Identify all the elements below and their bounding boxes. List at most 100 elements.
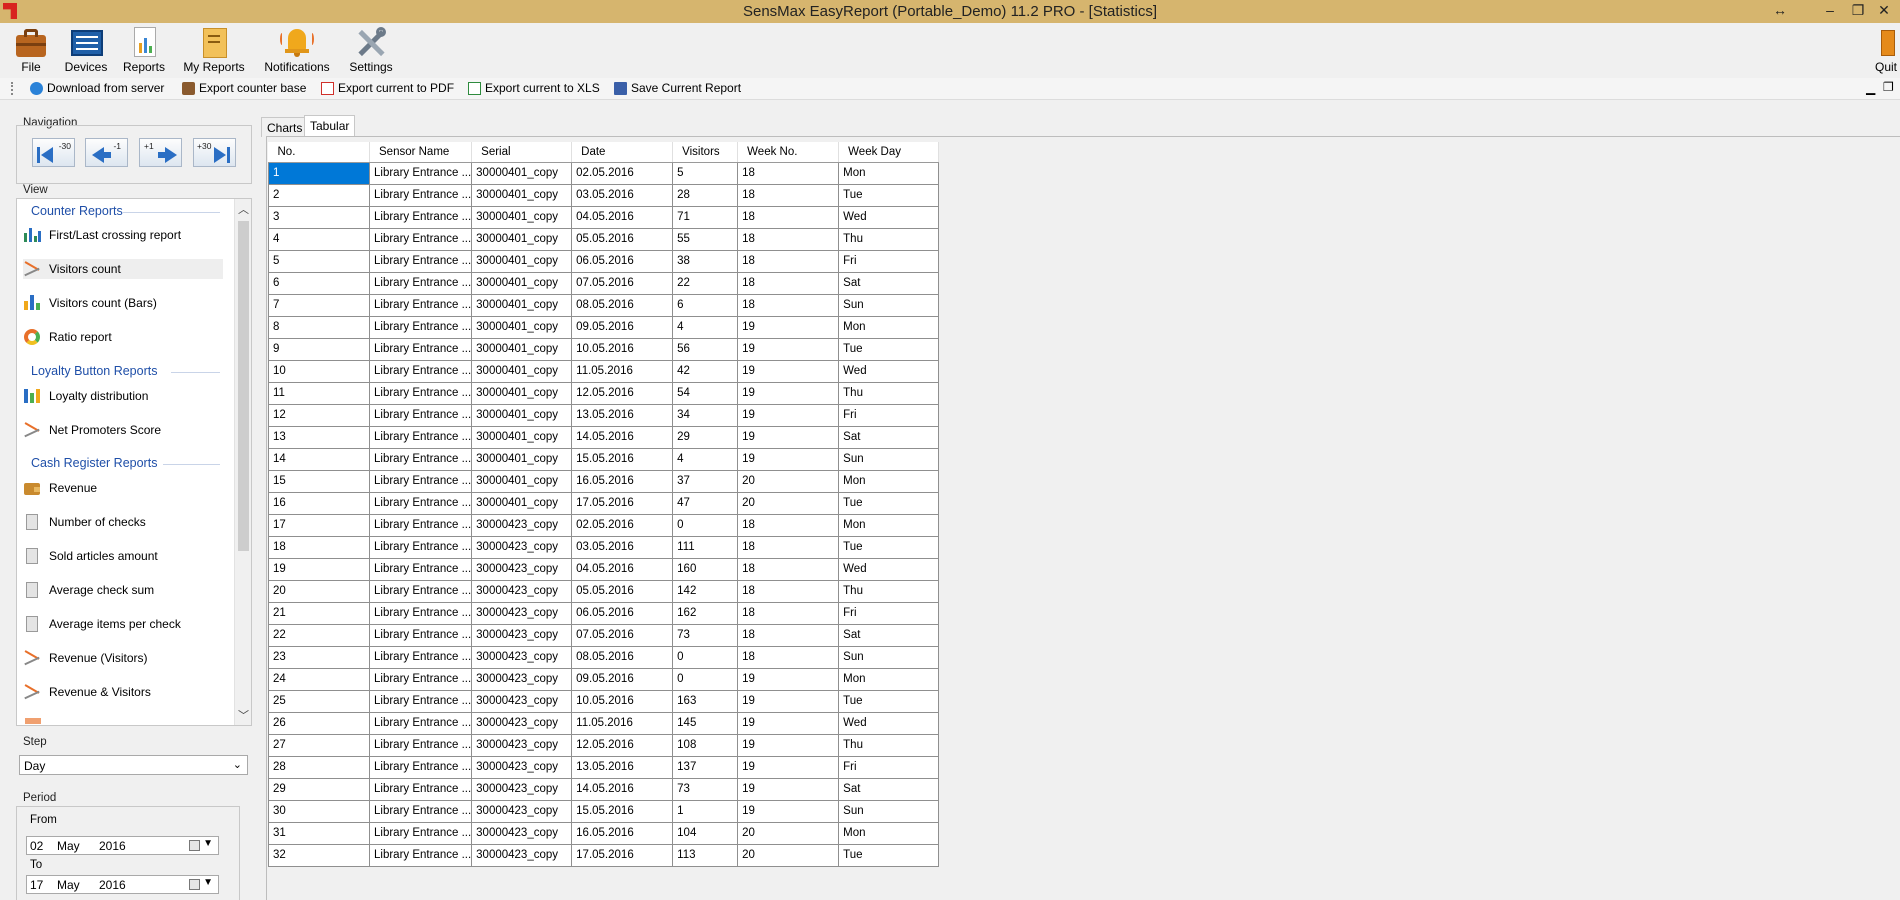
cell-serial[interactable]: 30000423_copy [471, 535, 573, 559]
cell-no[interactable]: 2 [268, 183, 370, 207]
table-row[interactable]: 13 Library Entrance ... 30000401_copy 14.05… [268, 425, 940, 449]
devices-button[interactable]: Devices [64, 25, 108, 74]
cell-visitors[interactable]: 1 [672, 799, 739, 823]
cell-visitors[interactable]: 37 [672, 469, 739, 493]
cell-no[interactable]: 28 [268, 755, 370, 779]
cell-no[interactable]: 22 [268, 623, 370, 647]
cell-serial[interactable]: 30000401_copy [471, 249, 573, 273]
cell-sensor-name[interactable]: Library Entrance ... [368, 491, 473, 515]
cell-visitors[interactable]: 56 [672, 337, 739, 361]
cell-visitors[interactable]: 4 [672, 447, 739, 471]
cell-sensor-name[interactable]: Library Entrance ... [368, 315, 473, 339]
table-row[interactable]: 20 Library Entrance ... 30000423_copy 05.05… [268, 579, 940, 603]
cell-date[interactable]: 13.05.2016 [571, 403, 674, 427]
cell-serial[interactable]: 30000423_copy [471, 711, 573, 735]
view-item-average-check-sum[interactable]: Average check sum [23, 580, 223, 600]
cell-serial[interactable]: 30000423_copy [471, 733, 573, 757]
table-row[interactable]: 30 Library Entrance ... 30000423_copy 15.05… [268, 799, 940, 823]
save-current-report-button[interactable]: Save Current Report [614, 81, 741, 95]
cell-week-no[interactable]: 19 [737, 711, 840, 735]
cell-serial[interactable]: 30000423_copy [471, 557, 573, 581]
cell-week-day[interactable]: Mon [838, 513, 940, 537]
cell-week-day[interactable]: Tue [838, 491, 940, 515]
column-header-week-day[interactable]: Week Day [838, 142, 940, 163]
to-month[interactable]: May [57, 878, 80, 892]
cell-date[interactable]: 16.05.2016 [571, 821, 674, 845]
cell-visitors[interactable]: 142 [672, 579, 739, 603]
cell-date[interactable]: 16.05.2016 [571, 469, 674, 493]
settings-button[interactable]: Settings [346, 25, 396, 74]
cell-serial[interactable]: 30000401_copy [471, 403, 573, 427]
cell-visitors[interactable]: 111 [672, 535, 739, 559]
cell-date[interactable]: 09.05.2016 [571, 315, 674, 339]
cell-visitors[interactable]: 162 [672, 601, 739, 625]
cell-week-no[interactable]: 19 [737, 667, 840, 691]
cell-week-day[interactable]: Fri [838, 601, 940, 625]
cell-week-day[interactable]: Tue [838, 183, 940, 207]
cell-date[interactable]: 04.05.2016 [571, 557, 674, 581]
cell-sensor-name[interactable]: Library Entrance ... [368, 205, 473, 229]
cell-no[interactable]: 7 [268, 293, 370, 317]
table-row[interactable]: 5 Library Entrance ... 30000401_copy 06.05.… [268, 249, 940, 273]
cell-week-no[interactable]: 19 [737, 425, 840, 449]
cell-date[interactable]: 10.05.2016 [571, 337, 674, 361]
table-row[interactable]: 27 Library Entrance ... 30000423_copy 12.05… [268, 733, 940, 757]
minimize-button[interactable]: – [1818, 2, 1842, 18]
cell-week-no[interactable]: 18 [737, 227, 840, 251]
cell-sensor-name[interactable]: Library Entrance ... [368, 403, 473, 427]
table-row[interactable]: 23 Library Entrance ... 30000423_copy 08.05… [268, 645, 940, 669]
close-button[interactable]: ✕ [1872, 2, 1896, 19]
cell-sensor-name[interactable]: Library Entrance ... [368, 447, 473, 471]
cell-sensor-name[interactable]: Library Entrance ... [368, 227, 473, 251]
cell-week-no[interactable]: 18 [737, 249, 840, 273]
view-item-net-promoters-score[interactable]: Net Promoters Score [23, 420, 223, 440]
table-row[interactable]: 31 Library Entrance ... 30000423_copy 16.05… [268, 821, 940, 845]
view-item-revenue[interactable]: Revenue [23, 478, 223, 498]
cell-week-no[interactable]: 18 [737, 205, 840, 229]
cell-no[interactable]: 13 [268, 425, 370, 449]
cell-sensor-name[interactable]: Library Entrance ... [368, 161, 473, 185]
cell-visitors[interactable]: 163 [672, 689, 739, 713]
cell-no[interactable]: 31 [268, 821, 370, 845]
cell-no[interactable]: 24 [268, 667, 370, 691]
cell-visitors[interactable]: 22 [672, 271, 739, 295]
table-row[interactable]: 16 Library Entrance ... 30000401_copy 17.05… [268, 491, 940, 515]
cell-week-day[interactable]: Mon [838, 469, 940, 493]
cell-sensor-name[interactable]: Library Entrance ... [368, 601, 473, 625]
cell-date[interactable]: 08.05.2016 [571, 645, 674, 669]
cell-date[interactable]: 06.05.2016 [571, 249, 674, 273]
cell-serial[interactable]: 30000401_copy [471, 161, 573, 185]
table-row[interactable]: 4 Library Entrance ... 30000401_copy 05.05.… [268, 227, 940, 251]
view-item-ratio-report[interactable]: Ratio report [23, 327, 223, 347]
cell-sensor-name[interactable]: Library Entrance ... [368, 733, 473, 757]
cell-visitors[interactable]: 38 [672, 249, 739, 273]
cell-visitors[interactable]: 73 [672, 777, 739, 801]
table-row[interactable]: 7 Library Entrance ... 30000401_copy 08.05.… [268, 293, 940, 317]
cell-no[interactable]: 21 [268, 601, 370, 625]
cell-visitors[interactable]: 160 [672, 557, 739, 581]
table-row[interactable]: 9 Library Entrance ... 30000401_copy 10.05.… [268, 337, 940, 361]
cell-sensor-name[interactable]: Library Entrance ... [368, 689, 473, 713]
cell-date[interactable]: 05.05.2016 [571, 227, 674, 251]
calendar-icon[interactable] [189, 840, 200, 851]
cell-week-no[interactable]: 18 [737, 293, 840, 317]
cell-week-day[interactable]: Thu [838, 381, 940, 405]
cell-date[interactable]: 12.05.2016 [571, 381, 674, 405]
cell-week-day[interactable]: Mon [838, 667, 940, 691]
cell-no[interactable]: 19 [268, 557, 370, 581]
cell-serial[interactable]: 30000401_copy [471, 293, 573, 317]
column-header-visitors[interactable]: Visitors [672, 142, 739, 163]
cell-sensor-name[interactable]: Library Entrance ... [368, 469, 473, 493]
cell-visitors[interactable]: 6 [672, 293, 739, 317]
cell-week-day[interactable]: Wed [838, 711, 940, 735]
cell-visitors[interactable]: 47 [672, 491, 739, 515]
export-pdf-button[interactable]: Export current to PDF [321, 81, 454, 95]
cell-visitors[interactable]: 0 [672, 667, 739, 691]
cell-sensor-name[interactable]: Library Entrance ... [368, 271, 473, 295]
cell-week-day[interactable]: Thu [838, 733, 940, 757]
cell-date[interactable]: 14.05.2016 [571, 425, 674, 449]
cell-date[interactable]: 08.05.2016 [571, 293, 674, 317]
cell-week-day[interactable]: Tue [838, 843, 940, 867]
view-item-loyalty-distribution[interactable]: Loyalty distribution [23, 386, 223, 406]
reports-button[interactable]: Reports [122, 25, 166, 74]
